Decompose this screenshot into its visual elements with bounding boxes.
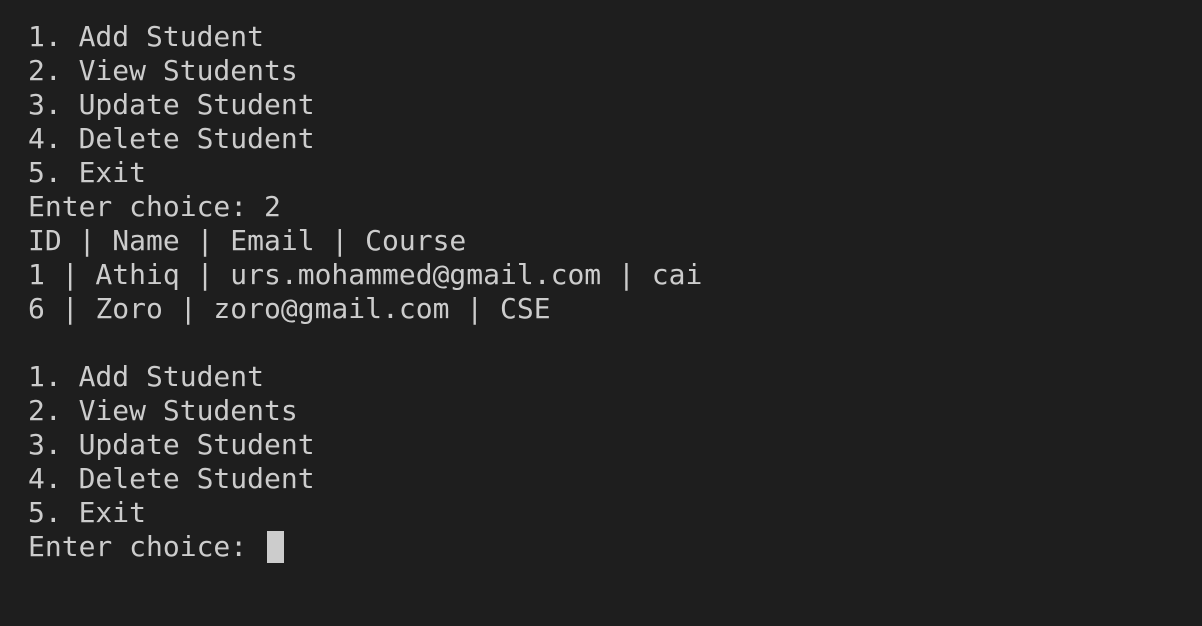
student-table-row: 6 | Zoro | zoro@gmail.com | CSE <box>28 292 551 325</box>
prompt-text: Enter choice: <box>28 530 265 563</box>
menu-option-exit: 5. Exit <box>28 156 147 189</box>
menu-option-exit: 5. Exit <box>28 496 147 529</box>
menu-option-add-student: 1. Add Student <box>28 20 265 53</box>
terminal-window[interactable]: 1. Add Student 2. View Students 3. Updat… <box>0 0 1202 626</box>
menu-option-view-students: 2. View Students <box>28 54 298 87</box>
menu-option-delete-student: 4. Delete Student <box>28 122 315 155</box>
menu-option-update-student: 3. Update Student <box>28 88 315 121</box>
menu-option-add-student: 1. Add Student <box>28 360 265 393</box>
entered-choice-line: Enter choice: 2 <box>28 190 281 223</box>
student-table-row: 1 | Athiq | urs.mohammed@gmail.com | cai <box>28 258 703 291</box>
student-table-header: ID | Name | Email | Course <box>28 224 467 257</box>
menu-option-update-student: 3. Update Student <box>28 428 315 461</box>
menu-option-delete-student: 4. Delete Student <box>28 462 315 495</box>
input-prompt-line[interactable]: Enter choice: <box>28 530 1202 564</box>
menu-option-view-students: 2. View Students <box>28 394 298 427</box>
text-cursor[interactable] <box>267 531 285 563</box>
